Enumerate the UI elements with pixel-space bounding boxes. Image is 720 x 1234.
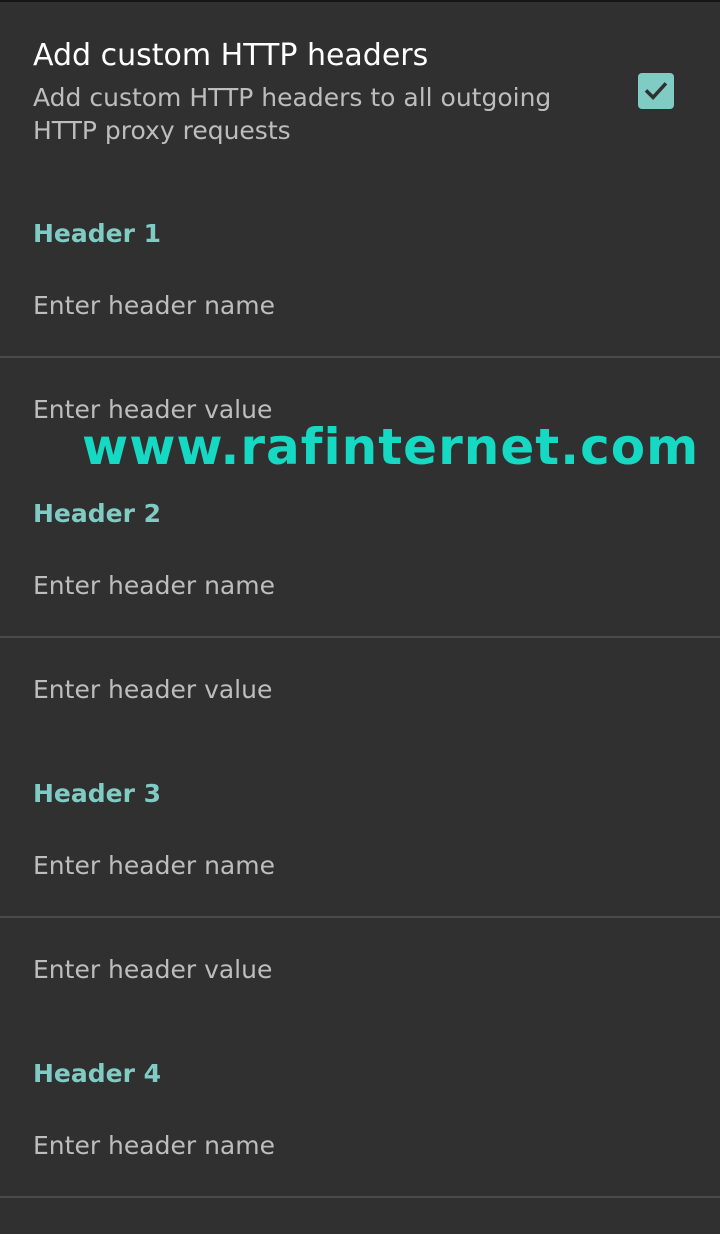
header-2-value-field[interactable]: Enter header value bbox=[0, 662, 720, 722]
header-3-value-field[interactable]: Enter header value bbox=[0, 942, 720, 1002]
preference-title: Add custom HTTP headers bbox=[33, 38, 429, 73]
header-3-value-placeholder: Enter header value bbox=[33, 955, 273, 984]
header-4-name-placeholder: Enter header name bbox=[33, 1131, 275, 1160]
header-1-name-field[interactable]: Enter header name bbox=[0, 278, 720, 338]
divider bbox=[0, 916, 720, 918]
header-3-name-placeholder: Enter header name bbox=[33, 851, 275, 880]
divider bbox=[0, 356, 720, 358]
divider bbox=[0, 636, 720, 638]
header-1-name-placeholder: Enter header name bbox=[33, 291, 275, 320]
header-2-value-placeholder: Enter header value bbox=[33, 675, 273, 704]
header-2-name-placeholder: Enter header name bbox=[33, 571, 275, 600]
header-4-name-field[interactable]: Enter header name bbox=[0, 1118, 720, 1178]
header-2-name-field[interactable]: Enter header name bbox=[0, 558, 720, 618]
custom-headers-preference[interactable]: Add custom HTTP headers Add custom HTTP … bbox=[0, 0, 720, 160]
enable-headers-checkbox[interactable] bbox=[638, 73, 674, 109]
header-2-label: Header 2 bbox=[33, 499, 162, 528]
preference-summary: Add custom HTTP headers to all outgoing … bbox=[33, 83, 552, 145]
checkmark-icon bbox=[644, 82, 668, 100]
watermark: www.rafinternet.com bbox=[82, 418, 700, 476]
divider bbox=[0, 1196, 720, 1198]
header-3-label: Header 3 bbox=[33, 779, 162, 808]
header-3-name-field[interactable]: Enter header name bbox=[0, 838, 720, 898]
header-1-label: Header 1 bbox=[33, 219, 162, 248]
header-4-label: Header 4 bbox=[33, 1059, 162, 1088]
